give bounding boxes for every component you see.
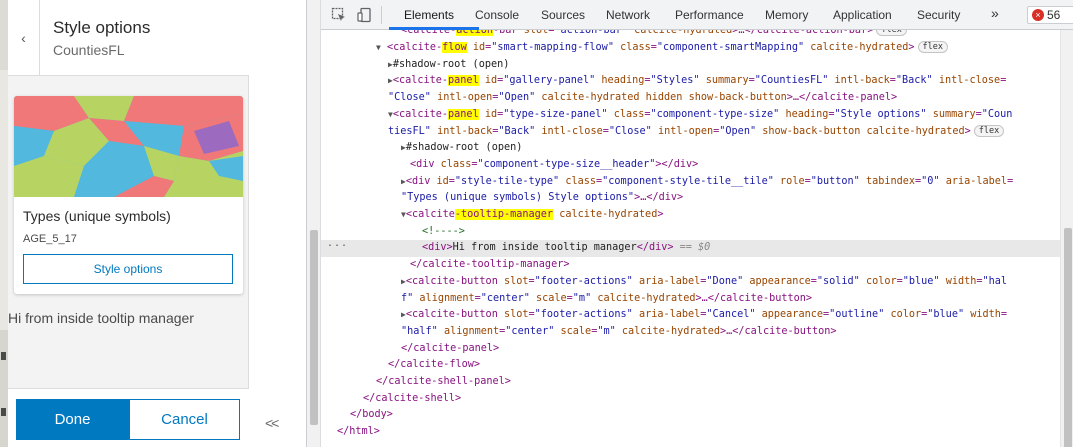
- panel-footer: Done Cancel: [8, 388, 249, 447]
- dom-node-line[interactable]: </html>: [337, 424, 380, 441]
- dom-node-line[interactable]: </calcite-shell-panel>: [376, 374, 511, 391]
- selected-dom-node[interactable]: <div>Hi from inside tooltip manager</div…: [321, 240, 1060, 258]
- panel-header: ‹ Style options CountiesFL: [8, 0, 249, 76]
- dom-node-line[interactable]: </body>: [350, 407, 393, 424]
- dom-node-line[interactable]: </calcite-shell>: [363, 391, 461, 408]
- tab-memory[interactable]: Memory: [765, 8, 808, 22]
- dom-node-line: "half" alignment="center" scale="m" calc…: [401, 325, 837, 337]
- dom-tree-scrollbar[interactable]: [1060, 30, 1073, 447]
- page-scrollbar[interactable]: [307, 0, 321, 447]
- dom-node-line[interactable]: <calcite-action-bar slot="action-bar" ca…: [401, 30, 907, 40]
- dom-node-line: "Types (unique symbols) Style options">……: [401, 192, 684, 204]
- dom-node-line[interactable]: ▶<calcite-panel id="gallery-panel" headi…: [388, 73, 1006, 90]
- tab-console[interactable]: Console: [475, 8, 519, 22]
- node-actions-button[interactable]: ...: [327, 238, 348, 249]
- error-counter[interactable]: × 56: [1027, 6, 1073, 24]
- style-thumbnail: [14, 96, 243, 197]
- style-tile[interactable]: Types (unique symbols) AGE_5_17 Style op…: [14, 96, 243, 294]
- tab-sources[interactable]: Sources: [541, 8, 585, 22]
- dom-node-line[interactable]: </calcite-flow>: [388, 357, 480, 374]
- dom-node-line[interactable]: ▶<calcite-button slot="footer-actions" a…: [401, 274, 1007, 291]
- dom-node-line[interactable]: <!---->: [422, 224, 465, 241]
- tab-performance[interactable]: Performance: [675, 8, 744, 22]
- tab-application[interactable]: Application: [833, 8, 892, 22]
- error-count: 56: [1047, 8, 1061, 22]
- dom-node-line[interactable]: ▶<div id="style-tile-type" class="compon…: [401, 174, 1013, 191]
- chevron-left-icon: ‹: [21, 30, 26, 46]
- dom-tree: <calcite-action-bar slot="action-bar" ca…: [321, 30, 1060, 447]
- dom-node-line[interactable]: ▼<calcite-tooltip-manager calcite-hydrat…: [401, 207, 663, 224]
- tab-elements[interactable]: Elements: [404, 8, 454, 22]
- device-toolbar-icon[interactable]: [357, 7, 373, 23]
- tab-security[interactable]: Security: [917, 8, 960, 22]
- done-button[interactable]: Done: [16, 399, 129, 440]
- tab-network[interactable]: Network: [606, 8, 650, 22]
- dom-node-line[interactable]: </calcite-tooltip-manager>: [410, 257, 569, 274]
- panel-collapse-column: <<: [249, 0, 306, 447]
- tooltip-manager-text: Hi from inside tooltip manager: [8, 310, 194, 326]
- map-view-edge: [0, 0, 8, 447]
- inspect-element-icon[interactable]: [331, 7, 347, 23]
- selected-node-marker: == $0: [679, 242, 711, 254]
- devtools-window: Elements Console Sources Network Perform…: [306, 0, 1073, 447]
- dom-node-line[interactable]: ▶#shadow-root (open): [388, 57, 509, 74]
- cancel-button[interactable]: Cancel: [129, 399, 240, 440]
- smart-mapping-panel: ‹ Style options CountiesFL Types (unique…: [8, 0, 249, 447]
- dom-node-line[interactable]: <div class="component-type-size__header"…: [410, 157, 698, 174]
- style-tile-field: AGE_5_17: [23, 233, 77, 245]
- collapse-panel-button[interactable]: <<: [265, 415, 279, 431]
- dom-node-line[interactable]: ▶#shadow-root (open): [401, 140, 522, 157]
- style-tile-title: Types (unique symbols): [23, 208, 171, 224]
- error-icon: ×: [1032, 9, 1044, 21]
- dom-node-line: "Close" intl-open="Open" calcite-hydrate…: [388, 92, 898, 104]
- devtools-tabbar: Elements Console Sources Network Perform…: [321, 0, 1073, 30]
- style-options-button[interactable]: Style options: [23, 254, 233, 284]
- more-tabs-button[interactable]: »: [991, 5, 999, 21]
- dom-node-line[interactable]: ▼ <calcite-flow id="smart-mapping-flow" …: [376, 40, 949, 57]
- back-button[interactable]: ‹: [8, 0, 40, 76]
- dom-node-line: tiesFL" intl-back="Back" intl-close="Clo…: [388, 124, 1005, 141]
- dom-node-line[interactable]: ▼<calcite-panel id="type-size-panel" cla…: [388, 107, 1012, 124]
- dom-node-line[interactable]: ▶<calcite-button slot="footer-actions" a…: [401, 307, 1007, 324]
- dom-node-line[interactable]: </calcite-panel>: [401, 341, 499, 358]
- dom-node-line: f" alignment="center" scale="m" calcite-…: [401, 292, 813, 304]
- panel-summary: CountiesFL: [53, 42, 125, 58]
- panel-title: Style options: [53, 18, 151, 37]
